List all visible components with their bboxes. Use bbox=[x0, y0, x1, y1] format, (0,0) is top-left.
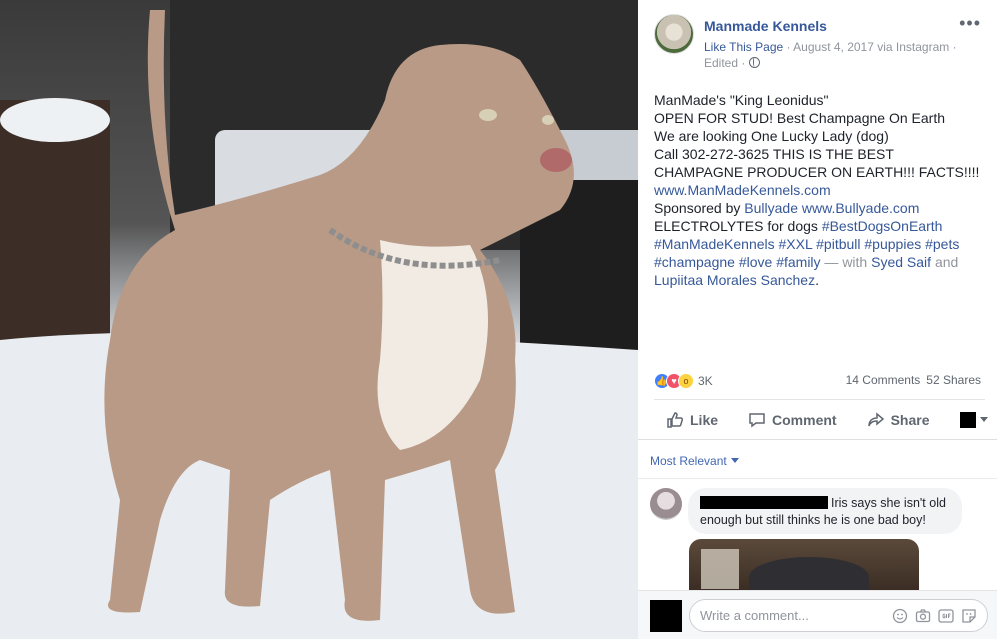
sticker-icon[interactable] bbox=[961, 608, 977, 624]
share-label: Share bbox=[890, 411, 930, 428]
post-sidebar: Manmade Kennels Like This Page · August … bbox=[638, 0, 997, 639]
action-bar: Like Comment Share bbox=[654, 399, 988, 439]
camera-icon[interactable] bbox=[915, 608, 931, 624]
caret-down-icon bbox=[730, 458, 739, 463]
share-arrow-icon bbox=[867, 411, 884, 426]
comments-count[interactable]: 14 Comments bbox=[846, 373, 921, 387]
comment-input[interactable]: Write a comment... bbox=[689, 599, 988, 632]
and-text: and bbox=[931, 254, 959, 270]
sponsored-label: Sponsored by bbox=[654, 200, 745, 216]
globe-icon bbox=[748, 57, 760, 68]
redacted-name bbox=[700, 496, 828, 509]
comment-text: Iris says she isn't old bbox=[831, 496, 946, 510]
share-button[interactable]: Share bbox=[867, 411, 930, 429]
post-line: We are looking One Lucky Lady (dog) bbox=[654, 128, 889, 144]
post-meta: Like This Page · August 4, 2017 via Inst… bbox=[704, 39, 964, 71]
wow-reaction-icon: o bbox=[678, 373, 694, 389]
reactions-summary[interactable]: 👍 ♥ o 3K bbox=[654, 372, 713, 390]
redacted-avatar bbox=[650, 600, 682, 632]
post-line: CHAMPAGNE PRODUCER ON EARTH!!! FACTS!!!! bbox=[654, 164, 980, 180]
comment-label: Comment bbox=[772, 411, 837, 428]
post-line: OPEN FOR STUD! Best Champagne On Earth bbox=[654, 110, 945, 126]
sponsor-site-link[interactable]: www.Bullyade.com bbox=[802, 200, 920, 216]
period-text: . bbox=[815, 272, 819, 288]
edited-label[interactable]: Edited · bbox=[704, 56, 749, 70]
hashtags-link[interactable]: #ManMadeKennels #XXL #pitbull #puppies #… bbox=[654, 235, 989, 253]
page-name[interactable]: Manmade Kennels bbox=[704, 18, 827, 34]
commenter-avatar[interactable] bbox=[650, 488, 682, 520]
comment-photo[interactable] bbox=[689, 539, 919, 591]
comment-bubble: Iris says she isn't old enough but still… bbox=[688, 488, 962, 534]
sort-label: Most Relevant bbox=[650, 454, 727, 468]
comment-composer: Write a comment... bbox=[638, 590, 997, 639]
speech-bubble-icon bbox=[749, 412, 765, 427]
more-options-icon[interactable]: ••• bbox=[959, 14, 981, 32]
electrolytes-text: ELECTROLYTES for dogs bbox=[654, 218, 822, 234]
comment-text-cont: enough but still thinks he is one bad bo… bbox=[700, 513, 926, 527]
website-link[interactable]: www.ManMadeKennels.com bbox=[654, 181, 989, 199]
page-avatar[interactable] bbox=[654, 14, 694, 54]
hashtag-link[interactable]: #BestDogsOnEarth bbox=[822, 218, 943, 234]
post-date: · August 4, 2017 via Instagram · bbox=[783, 40, 957, 54]
post-photo[interactable] bbox=[0, 0, 638, 639]
sponsor-link[interactable]: Bullyade bbox=[744, 200, 798, 216]
comment-placeholder: Write a comment... bbox=[700, 608, 809, 623]
post-header: Manmade Kennels Like This Page · August … bbox=[654, 14, 981, 74]
post-text: ManMade's "King Leonidus" OPEN FOR STUD!… bbox=[654, 91, 989, 289]
reaction-count[interactable]: 3K bbox=[698, 374, 713, 388]
post-as-selector[interactable] bbox=[959, 411, 988, 428]
photo-dog bbox=[749, 557, 869, 591]
divider bbox=[638, 478, 997, 479]
comment-sort-dropdown[interactable]: Most Relevant bbox=[650, 454, 739, 468]
caret-down-icon bbox=[979, 417, 988, 422]
with-text: — with bbox=[820, 254, 872, 270]
tagged-person-link[interactable]: Lupiitaa Morales Sanchez bbox=[654, 272, 815, 288]
gif-icon[interactable] bbox=[938, 608, 954, 624]
emoji-icon[interactable] bbox=[892, 608, 908, 624]
hashtags-link[interactable]: #champagne #love #family bbox=[654, 254, 821, 270]
divider bbox=[638, 439, 997, 440]
shares-count[interactable]: 52 Shares bbox=[926, 373, 981, 387]
post-line: Call 302-272-3625 THIS IS THE BEST bbox=[654, 146, 894, 162]
like-button[interactable]: Like bbox=[666, 411, 718, 429]
like-label: Like bbox=[690, 411, 719, 428]
photo-window bbox=[701, 549, 739, 589]
like-page-link[interactable]: Like This Page bbox=[704, 40, 783, 54]
post-line: ManMade's "King Leonidus" bbox=[654, 92, 829, 108]
pitbull-photo-illustration bbox=[0, 0, 638, 639]
engagement-counts: 14 Comments 52 Shares bbox=[840, 373, 981, 387]
tagged-person-link[interactable]: Syed Saif bbox=[871, 254, 931, 270]
post-stats: 👍 ♥ o 3K 14 Comments 52 Shares bbox=[654, 371, 981, 391]
thumbs-up-icon bbox=[667, 411, 684, 428]
comment-button[interactable]: Comment bbox=[748, 411, 837, 429]
redacted-avatar bbox=[959, 411, 976, 428]
